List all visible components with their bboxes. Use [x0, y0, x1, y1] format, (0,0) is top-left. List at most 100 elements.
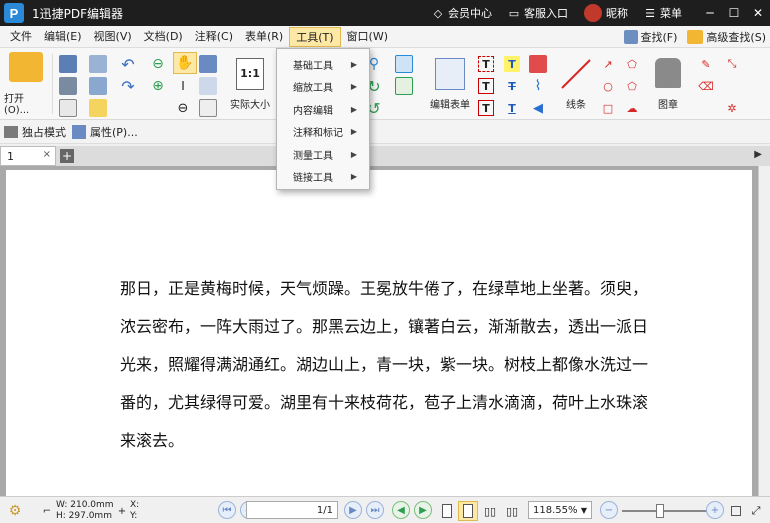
page-view-button[interactable]: [198, 98, 218, 118]
print-button[interactable]: [58, 76, 78, 96]
settings-button[interactable]: ⚙: [4, 501, 26, 521]
first-page-button[interactable]: ⏮: [218, 501, 236, 519]
line-tool-button[interactable]: 线条: [556, 52, 596, 116]
menu-edit[interactable]: 编辑(E): [38, 27, 88, 47]
measure-tool-button[interactable]: ⤡: [722, 54, 742, 74]
stamp-button[interactable]: 图章: [648, 52, 688, 116]
doc-tab[interactable]: 1 ×: [0, 146, 56, 166]
snapshot-button[interactable]: [198, 54, 218, 74]
fit-page-button[interactable]: [728, 501, 744, 521]
menu-item-content-edit[interactable]: 内容编辑 ▶: [277, 98, 369, 121]
zoom-out-button[interactable]: ⊖: [173, 98, 193, 118]
actual-size-button[interactable]: 1:1 实际大小: [228, 52, 272, 116]
new-tab-button[interactable]: +: [60, 149, 74, 163]
zoom-slider-track[interactable]: [622, 510, 714, 512]
pencil-tool-button[interactable]: ✎: [696, 54, 716, 74]
edit-form-button[interactable]: 编辑表单: [426, 52, 474, 116]
hand-tool-button[interactable]: ✋: [173, 52, 197, 74]
open-button[interactable]: 打开(O)...: [4, 52, 48, 116]
tab-close-icon[interactable]: ×: [43, 149, 51, 160]
select-text-button[interactable]: I: [173, 76, 193, 96]
find-button[interactable]: 查找(F): [623, 29, 677, 45]
member-center-button[interactable]: ◇ 会员中心: [432, 5, 492, 21]
arrow-tool-button[interactable]: ↗: [598, 54, 618, 74]
close-window-button[interactable]: ✕: [746, 6, 770, 20]
next-page-button[interactable]: ▶: [344, 501, 362, 519]
menu-view[interactable]: 视图(V): [88, 27, 138, 47]
attach-file-button[interactable]: ⌇: [528, 76, 548, 96]
redo-button[interactable]: ↷: [118, 76, 138, 96]
menu-item-annotation-markup[interactable]: 注释和标记 ▶: [277, 121, 369, 144]
zoom-select[interactable]: 118.55% ▼: [528, 501, 592, 519]
note-button[interactable]: [528, 54, 548, 74]
zoom-out-icon: ⊖: [177, 100, 189, 116]
menu-document[interactable]: 文档(D): [138, 27, 189, 47]
back-button[interactable]: ⊖: [148, 54, 168, 74]
undo-button[interactable]: ↶: [118, 54, 138, 74]
tab-list-arrow-icon[interactable]: ▶: [754, 149, 762, 160]
menu-file[interactable]: 文件: [4, 27, 38, 47]
continuous-facing-button[interactable]: ▯▯: [502, 501, 522, 521]
text-field-button[interactable]: [394, 76, 414, 96]
form-field-button[interactable]: [394, 54, 414, 74]
textbox-tool-button[interactable]: T: [476, 54, 496, 74]
menu-right: 查找(F) 高级查找(S): [623, 26, 766, 48]
customer-service-button[interactable]: ▭ 客服入口: [508, 5, 568, 21]
sound-button[interactable]: ◀: [528, 98, 548, 118]
document-icon: [59, 99, 77, 117]
exclusive-mode-button[interactable]: 独占模式: [4, 124, 66, 140]
highlight-text-button[interactable]: T: [502, 54, 522, 74]
menu-item-link-tools[interactable]: 链接工具 ▶: [277, 166, 369, 189]
scan-button[interactable]: [88, 76, 108, 96]
zoom-in-button-status[interactable]: +: [706, 501, 724, 519]
facing-view-button[interactable]: ▯▯: [480, 501, 500, 521]
vertical-scrollbar[interactable]: [758, 166, 770, 496]
user-profile-button[interactable]: 昵称: [584, 4, 628, 22]
cloud-tool-button[interactable]: ☁: [622, 98, 642, 118]
eraser-tool-button[interactable]: ⌫: [696, 76, 716, 96]
pentagon-tool-button[interactable]: ⬠: [622, 76, 642, 96]
forward-button[interactable]: ⊕: [148, 76, 168, 96]
menu-item-label: 内容编辑: [293, 105, 333, 117]
hamburger-icon: ☰: [645, 6, 655, 20]
fullscreen-button[interactable]: ⤢: [748, 501, 764, 521]
zoom-out-button-status[interactable]: −: [600, 501, 618, 519]
menu-item-zoom-tools[interactable]: 缩放工具 ▶: [277, 76, 369, 99]
menu-item-basic-tools[interactable]: 基础工具 ▶: [277, 53, 369, 76]
minimize-button[interactable]: ─: [698, 6, 722, 20]
create-button[interactable]: [88, 98, 108, 118]
menu-window[interactable]: 窗口(W): [341, 27, 394, 47]
menu-item-measure-tools[interactable]: 测量工具 ▶: [277, 143, 369, 166]
maximize-button[interactable]: ☐: [722, 6, 746, 20]
single-page-view-button[interactable]: [438, 501, 456, 521]
rectangle-tool-button[interactable]: □: [598, 98, 618, 118]
area-tool-button[interactable]: ✲: [722, 98, 742, 118]
ellipse-tool-button[interactable]: ○: [598, 76, 618, 96]
select-area-button[interactable]: [198, 76, 218, 96]
page-number-input[interactable]: 1/1: [246, 501, 338, 519]
strikeout-text-button[interactable]: T: [502, 76, 522, 96]
callout-tool-button[interactable]: T: [476, 98, 496, 118]
continuous-view-button[interactable]: [458, 501, 478, 521]
typewriter-tool-button[interactable]: T: [476, 76, 496, 96]
email-button[interactable]: [88, 54, 108, 74]
menu-form[interactable]: 表单(R): [239, 27, 289, 47]
main-menu-button[interactable]: ☰ 菜单: [644, 5, 682, 21]
properties-button[interactable]: 属性(P)...: [72, 124, 138, 140]
menu-comment[interactable]: 注释(C): [189, 27, 239, 47]
history-back-button[interactable]: ◀: [392, 501, 410, 519]
paperclip-icon: ⌇: [534, 78, 542, 94]
menu-tools[interactable]: 工具(T): [289, 26, 341, 47]
select-area-icon: [199, 77, 217, 95]
last-page-button[interactable]: ⏭: [366, 501, 384, 519]
history-forward-button[interactable]: ▶: [414, 501, 432, 519]
underline-text-button[interactable]: T: [502, 98, 522, 118]
polygon-icon: ⬠: [627, 57, 637, 71]
line-label: 线条: [566, 99, 586, 111]
polygon-tool-button[interactable]: ⬠: [622, 54, 642, 74]
new-doc-button[interactable]: [58, 98, 78, 118]
save-button[interactable]: [58, 54, 78, 74]
zoom-slider-thumb[interactable]: [656, 504, 664, 518]
submenu-arrow-icon: ▶: [350, 172, 357, 182]
advanced-find-button[interactable]: 高级查找(S): [687, 29, 766, 45]
